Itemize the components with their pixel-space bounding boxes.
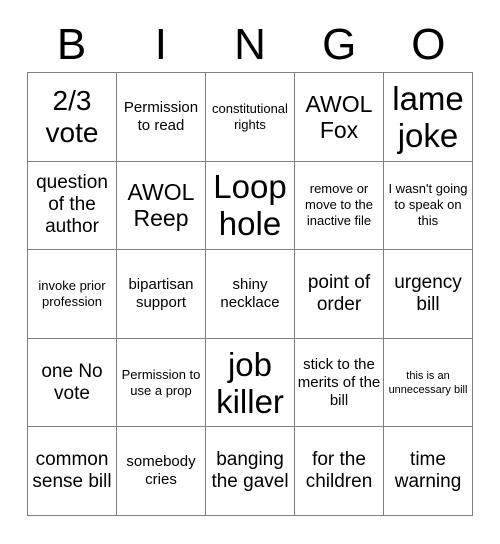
bingo-cell[interactable]: somebody cries bbox=[117, 427, 206, 516]
bingo-cell-label: Loop hole bbox=[213, 168, 287, 243]
bingo-cell-label: somebody cries bbox=[126, 453, 196, 489]
bingo-cell-label: I wasn't going to speak on this bbox=[388, 181, 468, 229]
bingo-cell[interactable]: one No vote bbox=[28, 338, 117, 428]
bingo-cell[interactable]: banging the gavel bbox=[206, 427, 295, 516]
bingo-cell[interactable]: for the children bbox=[295, 427, 384, 516]
bingo-cell-label: constitutional rights bbox=[212, 100, 288, 132]
bingo-cell-label: Permission to use a prop bbox=[121, 366, 201, 398]
bingo-cell[interactable]: point of order bbox=[295, 250, 384, 339]
bingo-cell-label: remove or move to the inactive file bbox=[305, 181, 373, 229]
bingo-cell[interactable]: time warning bbox=[384, 427, 473, 516]
bingo-cell[interactable]: job killer bbox=[206, 338, 295, 428]
bingo-cell-label: question of the author bbox=[36, 172, 108, 238]
bingo-cell[interactable]: constitutional rights bbox=[206, 73, 295, 162]
bingo-cell-label: lame joke bbox=[392, 79, 464, 154]
bingo-cell-label: this is an unnecessary bill bbox=[388, 369, 468, 396]
bingo-cell-label: 2/3 vote bbox=[45, 84, 99, 148]
bingo-cell-label: stick to the merits of the bill bbox=[297, 355, 381, 409]
bingo-cell-label: bipartisan support bbox=[128, 275, 194, 311]
bingo-cell[interactable]: Permission to use a prop bbox=[117, 338, 206, 428]
bingo-cell-label: AWOL Reep bbox=[127, 179, 195, 232]
bingo-header: B I N G O bbox=[27, 18, 473, 72]
bingo-cell[interactable]: AWOL Reep bbox=[117, 161, 206, 251]
bingo-cell-label: for the children bbox=[305, 449, 373, 493]
bingo-cell-label: banging the gavel bbox=[211, 449, 289, 493]
bingo-cell[interactable]: bipartisan support bbox=[117, 250, 206, 339]
header-letter-n: N bbox=[234, 20, 266, 69]
bingo-cell-label: job killer bbox=[216, 345, 284, 420]
bingo-cell[interactable]: lame joke bbox=[384, 73, 473, 162]
bingo-cell-label: shiny necklace bbox=[220, 275, 280, 311]
bingo-cell[interactable]: 2/3 vote bbox=[28, 73, 117, 162]
bingo-cell-label: one No vote bbox=[41, 360, 103, 404]
bingo-card: B I N G O 2/3 vote Permission to read cons… bbox=[0, 0, 500, 544]
bingo-cell-label: time warning bbox=[394, 449, 462, 493]
bingo-cell[interactable]: remove or move to the inactive file bbox=[295, 161, 384, 251]
bingo-cell-label: common sense bill bbox=[32, 449, 112, 493]
bingo-cell-label: AWOL Fox bbox=[305, 90, 373, 143]
bingo-grid: 2/3 vote Permission to read constitutional… bbox=[27, 72, 473, 516]
bingo-cell[interactable]: Loop hole bbox=[206, 161, 295, 251]
bingo-cell[interactable]: I wasn't going to speak on this bbox=[384, 161, 473, 251]
bingo-cell[interactable]: Permission to read bbox=[117, 73, 206, 162]
bingo-cell[interactable]: AWOL Fox bbox=[295, 73, 384, 162]
bingo-cell[interactable]: invoke prior profession bbox=[28, 250, 117, 339]
bingo-cell[interactable]: shiny necklace bbox=[206, 250, 295, 339]
header-letter-b: B bbox=[56, 20, 87, 69]
bingo-cell-label: invoke prior profession bbox=[38, 277, 106, 309]
bingo-cell[interactable]: stick to the merits of the bill bbox=[295, 338, 384, 428]
header-letter-i: I bbox=[154, 20, 167, 69]
bingo-cell-label: point of order bbox=[307, 271, 371, 315]
bingo-cell[interactable]: urgency bill bbox=[384, 250, 473, 339]
header-letter-o: O bbox=[411, 20, 446, 69]
bingo-cell[interactable]: question of the author bbox=[28, 161, 117, 251]
bingo-cell[interactable]: common sense bill bbox=[28, 427, 117, 516]
header-letter-g: G bbox=[322, 20, 357, 69]
bingo-cell-label: urgency bill bbox=[394, 271, 462, 315]
bingo-cell[interactable]: this is an unnecessary bill bbox=[384, 338, 473, 428]
bingo-cell-label: Permission to read bbox=[123, 98, 199, 134]
